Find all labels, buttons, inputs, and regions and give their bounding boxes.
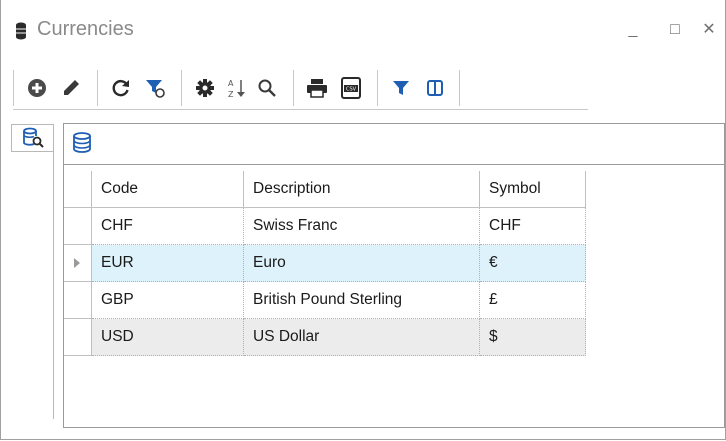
settings-button[interactable] — [189, 72, 221, 104]
add-icon — [28, 79, 46, 97]
columns-icon — [427, 80, 443, 96]
row-indicator-current[interactable] — [64, 244, 92, 282]
table-row[interactable]: CHF Swiss Franc CHF — [64, 207, 586, 245]
table-row[interactable]: GBP British Pound Sterling £ — [64, 281, 586, 319]
cell-description[interactable]: British Pound Sterling — [243, 281, 480, 319]
panel-header — [64, 124, 724, 165]
cell-code[interactable]: USD — [91, 318, 244, 356]
side-tab-border — [53, 124, 54, 419]
column-header-description[interactable]: Description — [243, 171, 480, 208]
filter-button[interactable] — [385, 72, 417, 104]
column-header-code[interactable]: Code — [91, 171, 244, 208]
minimize-icon[interactable]: _ — [623, 20, 643, 40]
cell-code[interactable]: CHF — [91, 207, 244, 245]
toolbar-separator — [181, 70, 182, 106]
export-csv-icon: CSV — [341, 77, 361, 99]
add-button[interactable] — [21, 72, 53, 104]
toolbar-separator — [13, 70, 14, 106]
cell-code[interactable]: GBP — [91, 281, 244, 319]
print-icon — [307, 79, 327, 98]
table-row-selected[interactable]: EUR Euro € — [64, 244, 586, 282]
toolbar-separator — [293, 70, 294, 106]
svg-text:A: A — [228, 79, 234, 88]
clear-filter-icon — [146, 80, 165, 98]
settings-gear-icon — [196, 79, 214, 97]
database-search-icon — [23, 127, 44, 148]
toolbar-separator — [377, 70, 378, 106]
cell-description[interactable]: US Dollar — [243, 318, 480, 356]
edit-pencil-icon — [64, 80, 79, 95]
cell-description[interactable]: Euro — [243, 244, 480, 282]
columns-button[interactable] — [419, 72, 451, 104]
toolbar-separator — [459, 70, 460, 106]
toolbar-separator — [97, 70, 98, 106]
title-bar[interactable]: Currencies _ □ ✕ — [1, 0, 726, 60]
svg-text:Z: Z — [228, 90, 234, 99]
cell-symbol[interactable]: £ — [479, 281, 586, 319]
cell-symbol[interactable]: CHF — [479, 207, 586, 245]
refresh-icon — [112, 80, 129, 97]
cell-symbol[interactable]: $ — [479, 318, 586, 356]
row-indicator-header — [64, 171, 92, 208]
window-title: Currencies — [37, 18, 134, 40]
sort-az-icon: A Z — [228, 79, 245, 99]
toolbar-border — [13, 109, 588, 110]
cell-code[interactable]: EUR — [91, 244, 244, 282]
table-row[interactable]: USD US Dollar $ — [64, 318, 586, 356]
search-button[interactable] — [251, 72, 283, 104]
currencies-table: Code Description Symbol CHF Swiss Franc … — [64, 171, 586, 356]
currencies-grid-panel: Code Description Symbol CHF Swiss Franc … — [63, 123, 725, 428]
row-indicator[interactable] — [64, 281, 92, 319]
row-indicator[interactable] — [64, 318, 92, 356]
toolbar: A Z CSV — [13, 66, 593, 110]
maximize-icon[interactable]: □ — [665, 20, 685, 40]
current-row-arrow-icon — [74, 258, 80, 268]
cell-description[interactable]: Swiss Franc — [243, 207, 480, 245]
filter-icon — [393, 81, 409, 95]
search-icon — [258, 79, 276, 97]
currencies-window: Currencies _ □ ✕ A Z CSV Code Descriptio… — [0, 0, 726, 440]
coins-icon — [16, 22, 26, 40]
database-icon — [73, 132, 91, 153]
csv-label: CSV — [346, 87, 357, 93]
edit-button[interactable] — [55, 72, 87, 104]
column-header-symbol[interactable]: Symbol — [479, 171, 586, 208]
export-csv-button[interactable]: CSV — [335, 72, 367, 104]
side-tab-data-search[interactable] — [11, 124, 54, 152]
print-button[interactable] — [301, 72, 333, 104]
clear-filter-button[interactable] — [139, 72, 171, 104]
cell-symbol[interactable]: € — [479, 244, 586, 282]
refresh-button[interactable] — [105, 72, 137, 104]
sort-button[interactable]: A Z — [221, 72, 253, 104]
row-indicator[interactable] — [64, 207, 92, 245]
close-icon[interactable]: ✕ — [699, 20, 719, 40]
table-header-row: Code Description Symbol — [64, 171, 586, 208]
